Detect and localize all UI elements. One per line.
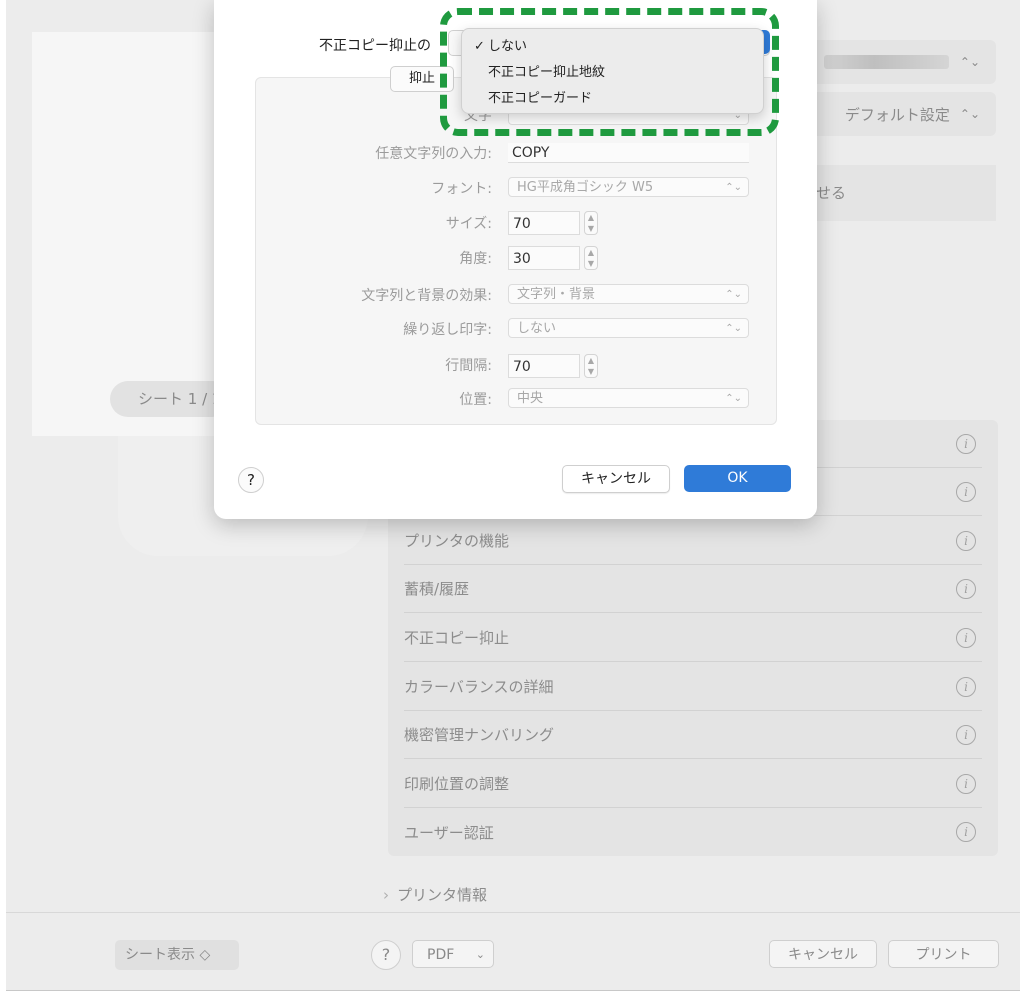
feature-row-user-auth[interactable]: ユーザー認証 i: [404, 808, 982, 856]
angle-stepper[interactable]: ▲ ▼: [584, 246, 598, 270]
printer-info-disclosure[interactable]: › プリンタ情報: [383, 884, 487, 905]
chevron-down-icon: ⌄: [475, 948, 485, 961]
font-label: フォント:: [431, 181, 492, 197]
help-button[interactable]: ?: [238, 467, 264, 493]
updown-icon: ⌃⌄: [725, 323, 742, 334]
line-spacing-label: 行間隔:: [445, 358, 492, 374]
text-input-label: 任意文字列の入力:: [375, 146, 492, 162]
effect-value: 文字列・背景: [517, 287, 596, 302]
pdf-menu-button[interactable]: PDF ⌄: [412, 940, 494, 968]
info-icon[interactable]: i: [956, 530, 976, 551]
position-value: 中央: [517, 391, 544, 406]
feature-row-security-numbering[interactable]: 機密管理ナンバリング i: [404, 711, 982, 759]
angle-label: 角度:: [459, 251, 492, 267]
highlight-frame: [440, 8, 779, 136]
background-option-row: せる: [810, 165, 996, 221]
position-label: 位置:: [459, 392, 492, 408]
printer-info-label: プリンタ情報: [397, 886, 488, 904]
info-icon[interactable]: i: [956, 822, 976, 842]
copy-protection-type-label: 不正コピー抑止の: [319, 38, 431, 54]
updown-icon: ⌃⌄: [725, 289, 742, 300]
preset-label: デフォルト設定: [844, 105, 950, 124]
size-label: サイズ:: [445, 216, 492, 232]
feature-label: 不正コピー抑止: [404, 629, 510, 647]
line-spacing-stepper[interactable]: ▲ ▼: [584, 354, 598, 378]
bottom-divider: [6, 912, 1020, 913]
feature-row-copy-protection[interactable]: 不正コピー抑止 i: [404, 614, 982, 662]
repeat-label: 繰り返し印字:: [403, 322, 492, 338]
cancel-button[interactable]: キャンセル: [562, 465, 670, 493]
effect-label: 文字列と背景の効果:: [361, 288, 492, 304]
feature-label: カラーバランスの詳細: [404, 678, 554, 696]
repeat-value: しない: [517, 321, 557, 336]
info-icon[interactable]: i: [956, 773, 976, 794]
info-icon[interactable]: i: [956, 481, 976, 502]
position-select[interactable]: 中央 ⌃⌄: [508, 388, 749, 408]
feature-label: 機密管理ナンバリング: [404, 726, 555, 744]
feature-row-storage-history[interactable]: 蓄積/履歴 i: [404, 565, 982, 613]
size-stepper[interactable]: ▲ ▼: [584, 211, 598, 235]
info-icon[interactable]: i: [956, 724, 976, 745]
size-field[interactable]: 70: [508, 211, 580, 235]
updown-icon: ⌃⌄: [959, 107, 980, 121]
angle-field[interactable]: 30: [508, 246, 580, 270]
sheet-display-select[interactable]: シート表示 ◇: [115, 940, 239, 970]
feature-label: 印刷位置の調整: [404, 775, 510, 793]
feature-row-print-position[interactable]: 印刷位置の調整 i: [404, 760, 982, 808]
text-input-field[interactable]: COPY: [508, 143, 749, 163]
feature-label: プリンタの機能: [404, 532, 510, 550]
info-icon[interactable]: i: [956, 676, 976, 697]
updown-icon: ⌃⌄: [725, 393, 742, 404]
feature-row-color-balance[interactable]: カラーバランスの詳細 i: [404, 663, 982, 711]
help-button[interactable]: ?: [371, 940, 401, 970]
updown-icon: ⌃⌄: [959, 55, 980, 69]
chevron-right-icon: ›: [383, 886, 389, 904]
info-icon[interactable]: i: [956, 578, 976, 599]
repeat-select[interactable]: しない ⌃⌄: [508, 318, 749, 338]
ok-button[interactable]: OK: [684, 465, 791, 492]
line-spacing-field[interactable]: 70: [508, 354, 580, 378]
font-select[interactable]: HG平成角ゴシック W5 ⌃⌄: [508, 177, 749, 197]
print-button[interactable]: プリント: [888, 940, 999, 968]
sheet-page-indicator: シート 1 / 1: [110, 381, 230, 417]
updown-icon: ⌃⌄: [725, 182, 742, 193]
font-value: HG平成角ゴシック W5: [517, 180, 654, 195]
feature-label: 蓄積/履歴: [404, 580, 470, 598]
printer-name-blurred: [824, 55, 949, 69]
info-icon[interactable]: i: [956, 627, 976, 648]
effect-select[interactable]: 文字列・背景 ⌃⌄: [508, 284, 749, 304]
pdf-label: PDF: [427, 947, 455, 963]
feature-row-printer-functions[interactable]: プリンタの機能 i: [404, 517, 982, 565]
info-icon[interactable]: i: [956, 433, 976, 454]
feature-label: ユーザー認証: [404, 823, 494, 842]
preset-select[interactable]: デフォルト設定 ⌃⌄: [810, 92, 996, 136]
cancel-button[interactable]: キャンセル: [769, 940, 877, 968]
